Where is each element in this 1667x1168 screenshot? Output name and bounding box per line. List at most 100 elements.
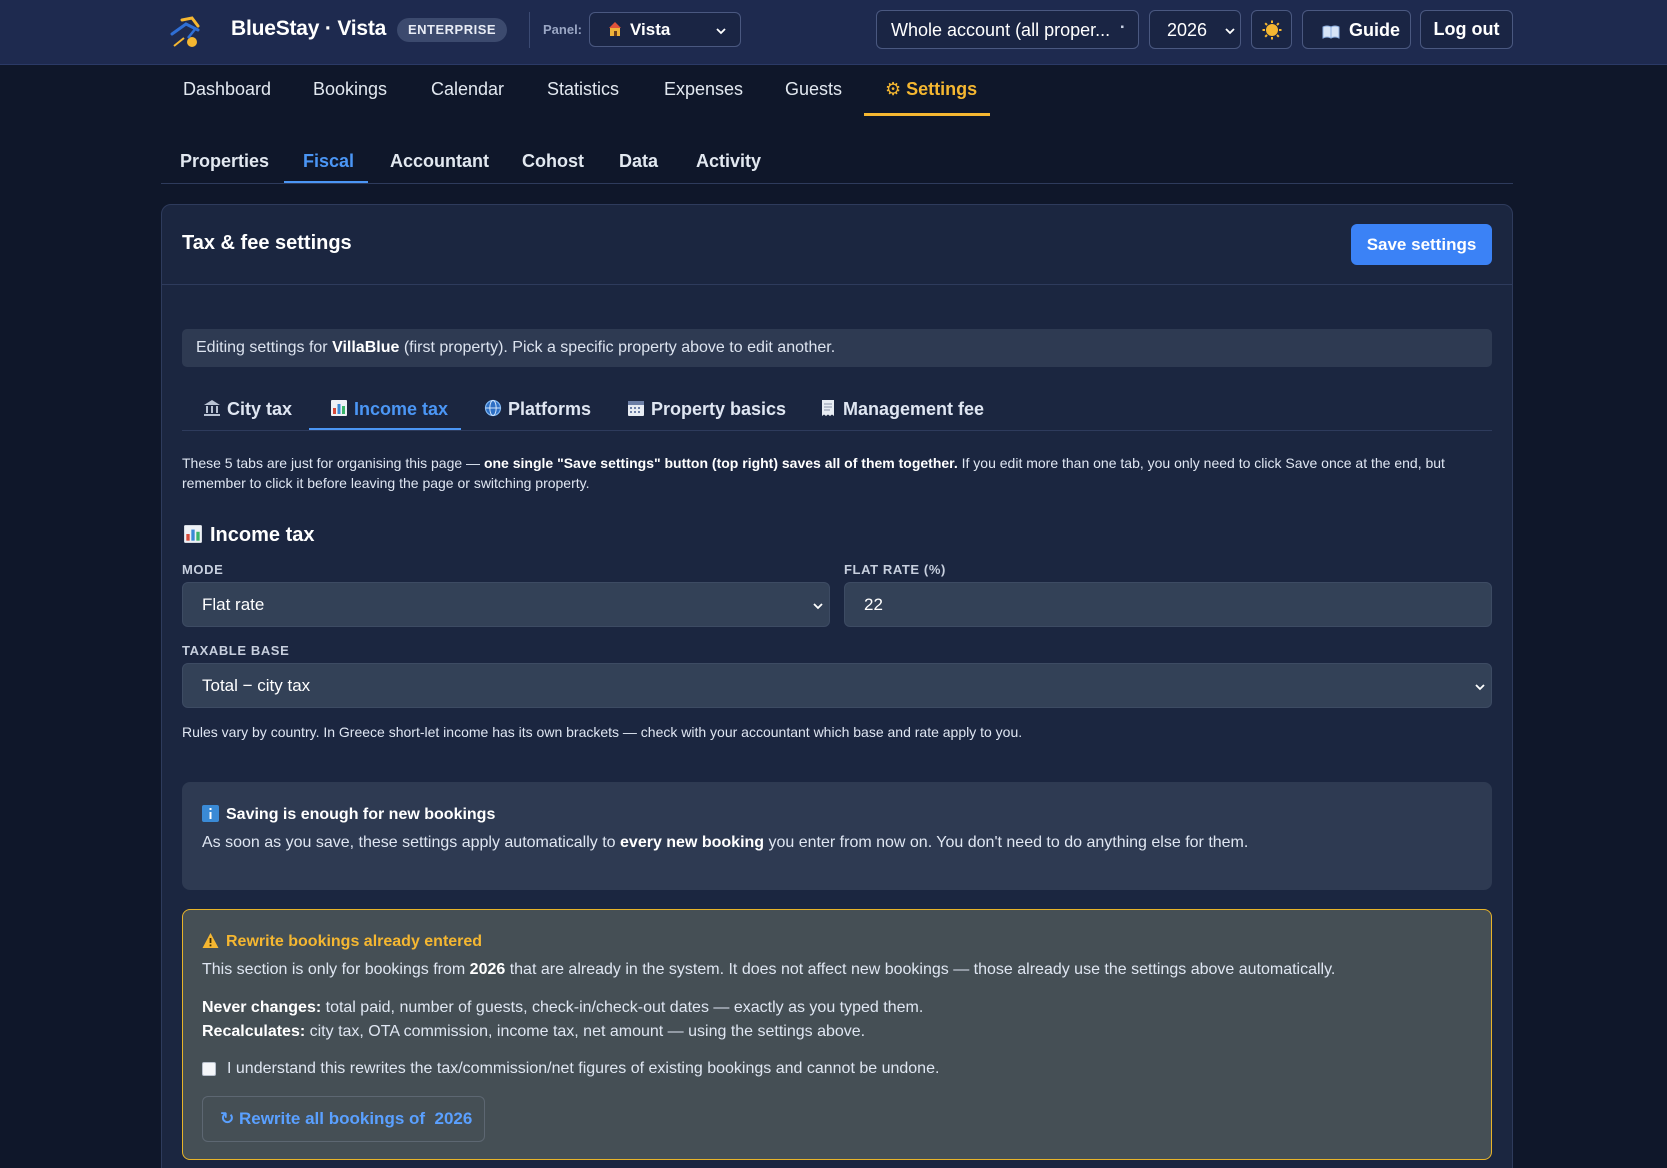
mode-select[interactable]: Flat rate <box>182 582 830 627</box>
tab-label: City tax <box>227 399 293 419</box>
rewrite-title: Rewrite bookings already entered <box>202 932 482 951</box>
confirm-checkbox[interactable] <box>202 1062 216 1076</box>
year-select-value: 2026 <box>1167 20 1208 40</box>
tab-platforms[interactable]: Platforms <box>484 399 591 420</box>
guide-button-label: Guide <box>1349 20 1401 40</box>
tab-data[interactable]: Data <box>619 151 658 172</box>
bar-chart-icon <box>331 400 347 416</box>
card-title: Tax & fee settings <box>182 232 352 254</box>
receipt-icon <box>822 400 834 416</box>
logout-button[interactable]: Log out <box>1420 10 1513 49</box>
sun-icon <box>1262 20 1282 40</box>
tab-properties[interactable]: Properties <box>180 151 269 172</box>
saving-info-title: Saving is enough for new bookings <box>202 805 495 824</box>
divider <box>529 12 530 48</box>
nav-bookings[interactable]: Bookings <box>313 79 387 100</box>
rewrite-button-label: Rewrite all bookings of <box>238 1109 426 1128</box>
guide-button[interactable]: Guide <box>1302 10 1411 49</box>
top-bar: BlueStay · Vista ENTERPRISE Panel: Vista… <box>0 0 1667 65</box>
tab-cohost[interactable]: Cohost <box>522 151 584 172</box>
rewrite-button-year: 2026 <box>434 1109 473 1128</box>
note-text: These 5 tabs are just for organising thi… <box>182 455 484 471</box>
chevron-down-icon <box>1225 28 1235 35</box>
note-bold-text: one single "Save settings" button (top r… <box>483 455 958 471</box>
rewrite-all-button[interactable]: ↻ Rewrite all bookings of 2026 <box>202 1096 485 1142</box>
tabs-note: These 5 tabs are just for organising thi… <box>182 453 1494 493</box>
tab-label: Platforms <box>508 399 592 419</box>
panel-select-value: Vista <box>630 20 671 39</box>
mode-select-value: Flat rate <box>202 595 265 614</box>
save-settings-button[interactable]: Save settings <box>1351 224 1492 265</box>
saving-info-text: As soon as you save, these settings appl… <box>202 834 1248 852</box>
book-icon <box>1322 25 1340 39</box>
divider <box>161 183 1513 184</box>
tab-label: Property basics <box>651 399 787 419</box>
tab-label: Management fee <box>843 399 985 419</box>
saving-text: you enter from now on. You don't need to… <box>764 834 1249 851</box>
flat-rate-input[interactable]: 22 <box>844 582 1492 627</box>
saving-bold-text: every new booking <box>620 834 765 851</box>
section-heading-text: Income tax <box>210 524 315 546</box>
caret-icon: ▪ <box>1120 22 1124 33</box>
rewrite-text: This section is only for bookings from <box>202 961 470 978</box>
rewrite-title-text: Rewrite bookings already entered <box>226 933 483 950</box>
tab-management-fee[interactable]: Management fee <box>819 399 984 420</box>
editing-info-bar: Editing settings for VillaBlue (first pr… <box>182 329 1492 367</box>
rewrite-intro: This section is only for bookings from 2… <box>202 961 1335 979</box>
nav-calendar[interactable]: Calendar <box>431 79 504 100</box>
nav-guests[interactable]: Guests <box>785 79 842 100</box>
never-changes-line: Never changes: total paid, number of gue… <box>202 999 923 1017</box>
tab-income-tax[interactable]: Income tax <box>330 399 448 420</box>
info-property-name: VillaBlue <box>332 339 400 356</box>
divider <box>182 430 1492 431</box>
tab-city-tax[interactable]: City tax <box>203 399 292 420</box>
globe-icon <box>484 399 502 417</box>
brand-title: BlueStay · Vista <box>231 17 387 40</box>
never-changes-text: total paid, number of guests, check-in/c… <box>321 999 924 1016</box>
nav-expenses[interactable]: Expenses <box>664 79 743 100</box>
chevron-down-icon <box>813 603 823 610</box>
calendar-icon <box>628 401 644 416</box>
rewrite-year: 2026 <box>469 961 506 978</box>
tab-label: Income tax <box>354 399 449 419</box>
info-text: (first property). Pick a specific proper… <box>399 339 836 356</box>
taxable-base-label: TAXABLE BASE <box>182 643 290 658</box>
flat-rate-label: FLAT RATE (%) <box>844 562 946 577</box>
rules-note: Rules vary by country. In Greece short-l… <box>182 724 1023 740</box>
tab-property-basics[interactable]: Property basics <box>627 399 786 420</box>
tab-activity[interactable]: Activity <box>696 151 761 172</box>
panel-label: Panel: <box>543 22 583 37</box>
never-changes-label: Never changes: <box>202 999 322 1016</box>
tab-accountant[interactable]: Accountant <box>390 151 489 172</box>
saving-info-title-text: Saving is enough for new bookings <box>226 806 496 823</box>
gear-icon: ⚙ <box>885 79 907 99</box>
recalculates-line: Recalculates: city tax, OTA commission, … <box>202 1023 865 1041</box>
nav-statistics[interactable]: Statistics <box>547 79 619 100</box>
house-icon <box>609 22 621 36</box>
year-select[interactable]: 2026 <box>1149 10 1241 49</box>
rewrite-text: that are already in the system. It does … <box>505 961 1336 978</box>
nav-dashboard[interactable]: Dashboard <box>183 79 271 100</box>
flat-rate-value: 22 <box>864 595 883 614</box>
edition-badge: ENTERPRISE <box>397 18 508 42</box>
chevron-down-icon <box>1475 684 1485 691</box>
nav-settings[interactable]: ⚙ Settings <box>885 79 977 100</box>
theme-toggle-button[interactable] <box>1251 10 1292 49</box>
bar-chart-icon <box>184 525 202 543</box>
taxable-base-value: Total − city tax <box>202 676 311 695</box>
section-heading: Income tax <box>183 524 314 547</box>
recalculates-label: Recalculates: <box>202 1023 306 1040</box>
mode-label: MODE <box>182 562 224 577</box>
warning-icon <box>202 933 219 948</box>
panel-select[interactable]: Vista <box>589 12 741 47</box>
recalculates-text: city tax, OTA commission, income tax, ne… <box>305 1023 866 1040</box>
taxable-base-select[interactable]: Total − city tax <box>182 663 1492 708</box>
tab-fiscal[interactable]: Fiscal <box>303 151 354 172</box>
logo-icon <box>170 16 200 47</box>
info-icon <box>202 805 219 822</box>
confirm-checkbox-label[interactable]: I understand this rewrites the tax/commi… <box>227 1060 939 1078</box>
account-select[interactable]: Whole account (all proper... ▪ <box>876 10 1139 49</box>
account-select-value: Whole account (all proper... <box>891 20 1111 40</box>
divider <box>162 284 1512 285</box>
info-text: Editing settings for <box>196 339 333 356</box>
